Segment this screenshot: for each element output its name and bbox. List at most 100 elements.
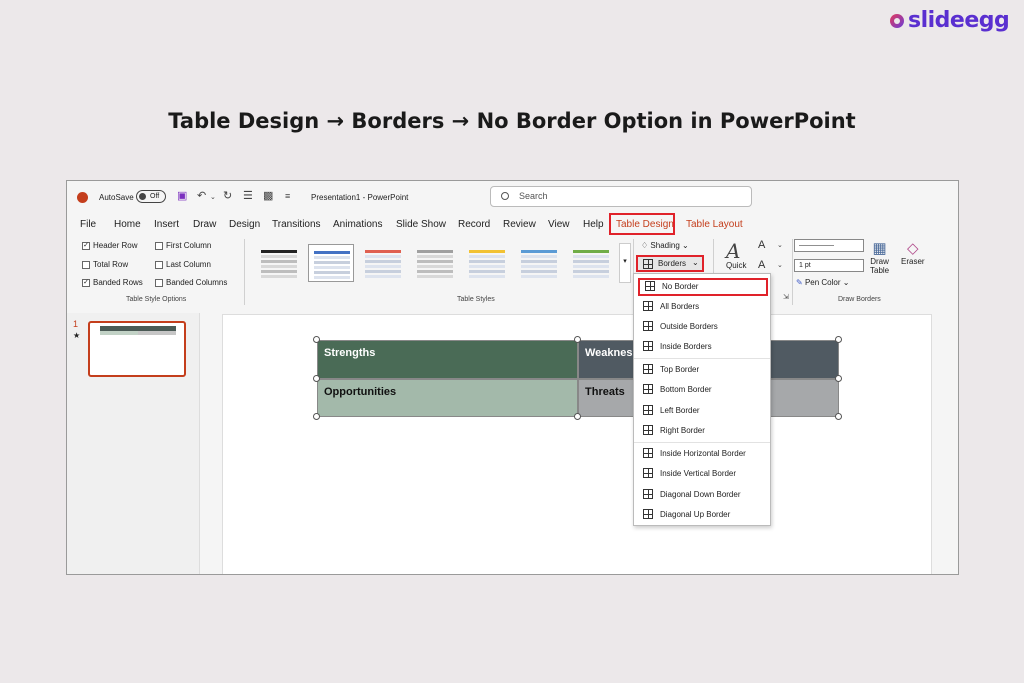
total-row-checkbox[interactable]: Total Row (82, 260, 128, 269)
autosave-label: AutoSave (99, 193, 134, 202)
borders-menu-item[interactable]: Left Border (638, 402, 768, 420)
borders-menu-item[interactable]: Inside Borders (638, 338, 768, 356)
borders-menu-item[interactable]: Bottom Border (638, 381, 768, 399)
powerpoint-window: AutoSave Off ▣ ↶ ⌄ ↻ ☰ ▩ ≡ Presentation1… (66, 180, 959, 575)
menu-separator (634, 442, 770, 443)
draw-table-icon: ▦ (872, 240, 887, 257)
table-style-thumbnail[interactable] (308, 244, 354, 282)
borders-menu-item[interactable]: Top Border (638, 361, 768, 379)
tab-review[interactable]: Review (503, 219, 536, 230)
tab-home[interactable]: Home (114, 219, 141, 230)
table-style-thumbnail[interactable] (360, 244, 406, 282)
save-icon[interactable]: ▣ (177, 189, 187, 202)
text-outline-chevron-icon[interactable]: ⌄ (777, 261, 783, 269)
tab-transitions[interactable]: Transitions (272, 219, 321, 230)
borders-menu-item[interactable]: Diagonal Up Border (638, 506, 768, 524)
header-row-checkbox[interactable]: ✓ Header Row (82, 241, 137, 250)
table-styles-gallery (256, 244, 622, 284)
slideshow-icon[interactable]: ▩ (263, 189, 273, 202)
top-border-icon (643, 364, 653, 374)
resize-handle[interactable] (835, 336, 842, 343)
present-from-start-icon[interactable]: ☰ (243, 189, 253, 202)
tab-file[interactable]: File (80, 219, 96, 230)
resize-handle[interactable] (574, 336, 581, 343)
borders-menu-item[interactable]: Outside Borders (638, 318, 768, 336)
last-column-checkbox[interactable]: Last Column (155, 260, 211, 269)
text-outline-icon[interactable]: A (758, 259, 765, 271)
customize-toolbar-icon[interactable]: ≡ (285, 191, 290, 201)
borders-menu-item[interactable]: All Borders (638, 298, 768, 316)
ribbon: ✓ Header Row First Column Total Row Last … (72, 237, 952, 312)
tab-insert[interactable]: Insert (154, 219, 179, 230)
table-style-options-label: Table Style Options (126, 296, 187, 303)
ribbon-tabs: File Home Insert Draw Design Transitions… (67, 216, 958, 234)
slide-thumbnail-pane: 1 ★ (67, 313, 200, 574)
pen-style-dropdown[interactable]: ————— (794, 239, 864, 252)
tab-table-layout[interactable]: Table Layout (686, 219, 743, 230)
table-style-thumbnail[interactable] (568, 244, 614, 282)
page-title: Table Design → Borders → No Border Optio… (168, 109, 856, 133)
tab-animations[interactable]: Animations (333, 219, 382, 230)
table-style-thumbnail[interactable] (516, 244, 562, 282)
undo-icon[interactable]: ↶ (197, 189, 206, 202)
banded-rows-checkbox[interactable]: ✓ Banded Rows (82, 278, 143, 287)
autosave-toggle[interactable]: Off (136, 190, 166, 203)
undo-dropdown-chevron-icon[interactable]: ⌄ (210, 193, 216, 201)
table-cell-strengths[interactable]: Strengths (317, 340, 578, 379)
borders-chevron-down-icon: ⌄ (692, 258, 699, 267)
search-box[interactable]: Search (490, 186, 752, 207)
tab-record[interactable]: Record (458, 219, 490, 230)
table-style-thumbnail[interactable] (464, 244, 510, 282)
title-bar: AutoSave Off ▣ ↶ ⌄ ↻ ☰ ▩ ≡ Presentation1… (67, 181, 958, 213)
resize-handle[interactable] (835, 413, 842, 420)
first-column-checkbox[interactable]: First Column (155, 241, 211, 250)
tab-slide-show[interactable]: Slide Show (396, 219, 446, 230)
header-row-check-icon: ✓ (82, 241, 90, 250)
resize-handle[interactable] (313, 375, 320, 382)
pen-weight-dropdown[interactable]: 1 pt (794, 259, 864, 272)
quick-styles-button[interactable]: A Quick (726, 239, 746, 270)
gallery-more-icon[interactable]: ▾ (619, 243, 631, 283)
diagonal-down-border-icon (643, 489, 653, 499)
table-style-thumbnail[interactable] (412, 244, 458, 282)
tab-draw[interactable]: Draw (193, 219, 216, 230)
resize-handle[interactable] (835, 375, 842, 382)
search-placeholder: Search (519, 191, 548, 201)
tab-design[interactable]: Design (229, 219, 260, 230)
borders-menu-item[interactable]: Inside Horizontal Border (638, 445, 768, 463)
borders-button[interactable]: Borders ⌄ (636, 255, 704, 272)
text-fill-chevron-icon[interactable]: ⌄ (777, 241, 783, 249)
borders-menu-item[interactable]: Inside Vertical Border (638, 465, 768, 483)
tab-help[interactable]: Help (583, 219, 604, 230)
table-style-thumbnail[interactable] (256, 244, 302, 282)
draw-borders-label: Draw Borders (838, 296, 881, 303)
redo-icon[interactable]: ↻ (223, 189, 232, 202)
eraser-button[interactable]: ◇ Eraser (901, 239, 925, 266)
draw-table-button[interactable]: ▦ Draw Table (870, 239, 889, 275)
table-cell-opportunities[interactable]: Opportunities (317, 379, 578, 417)
slide-number: 1 (73, 319, 79, 329)
slide-canvas[interactable]: Strengths Weakness Opportunities Threats (222, 314, 932, 574)
resize-handle[interactable] (313, 413, 320, 420)
text-fill-icon[interactable]: A (758, 239, 765, 251)
banded-columns-checkbox[interactable]: Banded Columns (155, 278, 227, 287)
resize-handle[interactable] (574, 413, 581, 420)
table-styles-label: Table Styles (457, 296, 495, 303)
tab-view[interactable]: View (548, 219, 570, 230)
pen-color-button[interactable]: ✎ Pen Color ⌄ (796, 278, 849, 287)
borders-menu-item[interactable]: Diagonal Down Border (638, 486, 768, 504)
search-icon (501, 192, 509, 200)
pen-icon: ✎ (796, 278, 803, 287)
inside-vertical-border-icon (643, 468, 653, 478)
inside-horizontal-border-icon (643, 448, 653, 458)
borders-menu-item[interactable]: Right Border (638, 422, 768, 440)
shading-button[interactable]: ♢ Shading ⌄ (641, 241, 689, 250)
chevron-down-icon: ⌄ (682, 241, 689, 250)
right-border-icon (643, 425, 653, 435)
borders-menu-item[interactable]: No Border (638, 278, 768, 296)
table-design-tab-highlight (609, 213, 675, 235)
slide-thumbnail[interactable] (88, 321, 186, 377)
resize-handle[interactable] (313, 336, 320, 343)
wordart-dialog-launcher-icon[interactable]: ⇲ (783, 293, 789, 301)
diagonal-up-border-icon (643, 509, 653, 519)
